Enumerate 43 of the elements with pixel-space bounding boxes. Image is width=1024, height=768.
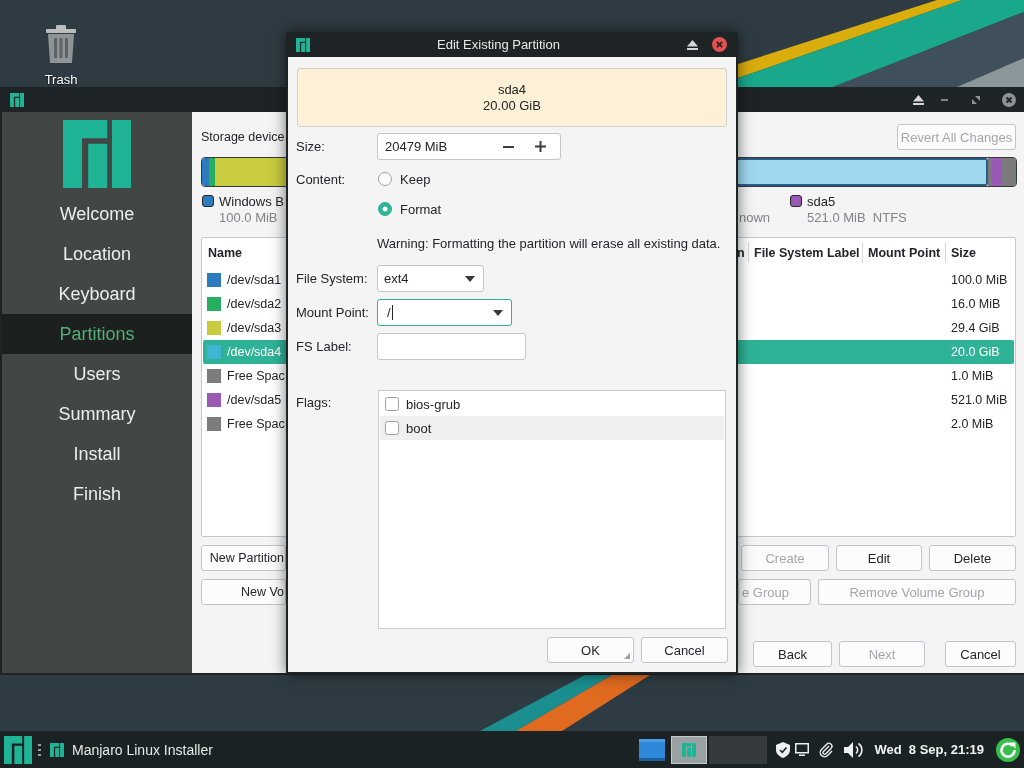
partition-size: 2.0 MiB (950, 417, 995, 431)
partition-name: /dev/sda2 (227, 297, 282, 311)
partition-name: /dev/sda5 (227, 393, 282, 407)
partition-size: 20.0 GiB (950, 345, 1001, 359)
partition-size: 29.4 GiB (950, 321, 1001, 335)
flag-label: boot (406, 420, 432, 436)
partition-size: 16.0 MiB (950, 297, 1002, 311)
dialog-title: Edit Existing Partition (437, 37, 560, 52)
field-label: File System: (296, 271, 369, 286)
partition-size: 1.0 MiB (950, 369, 995, 383)
storage-device-label: Storage device (201, 130, 285, 144)
field-label: Mount Point: (296, 305, 370, 320)
sidebar-item: Install (72, 442, 122, 466)
partition-name: /dev/sda3 (227, 321, 282, 335)
sidebar-item: Keyboard (57, 282, 137, 306)
preview-size: 20.00 GiB (483, 97, 541, 114)
radio-label: Format (400, 201, 442, 217)
legend-detail: 100.0 MiB (219, 210, 279, 226)
flag-label: bios-grub (406, 396, 461, 412)
legend-detail: 521.0 MiB NTFS (807, 210, 907, 226)
sidebar-item: Location (61, 242, 133, 266)
partition-name: /dev/sda1 (227, 273, 282, 287)
preview-name: sda4 (497, 81, 527, 98)
sidebar-item: Summary (57, 402, 137, 426)
sidebar-item: Finish (72, 482, 122, 506)
partition-name: /dev/sda4 (227, 345, 282, 359)
legend-name: sda5 (807, 194, 837, 210)
legend-detail: nown (739, 210, 771, 226)
partition-size: 100.0 MiB (950, 273, 1009, 287)
partition-name: Free Spac (227, 417, 285, 431)
desktop-icon-label: Trash (44, 72, 78, 87)
partition-name: Free Spac (227, 369, 285, 383)
legend-name: Windows B (219, 194, 285, 210)
sidebar-item: Partitions (2, 314, 192, 354)
field-label: Flags: (296, 394, 333, 410)
partition-size: 521.0 MiB (950, 393, 1009, 407)
radio-label: Keep (400, 171, 431, 187)
sidebar-item: Users (72, 362, 122, 386)
field-label: Size: (296, 139, 326, 154)
warning-text: Warning: Formatting the partition will erase all existing data. (377, 235, 721, 251)
field-label: Content: (296, 171, 347, 187)
sidebar-item: Welcome (58, 202, 136, 226)
field-label: FS Label: (296, 339, 353, 354)
